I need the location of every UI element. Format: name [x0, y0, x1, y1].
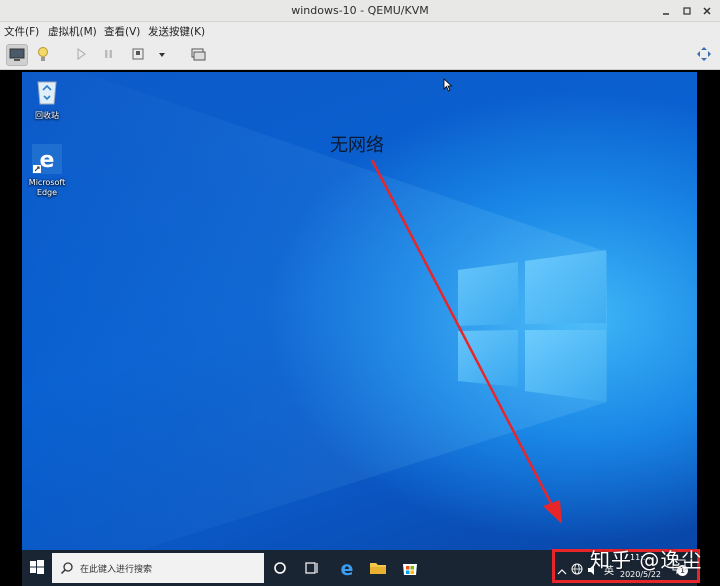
monitor-icon — [9, 48, 25, 61]
title-bar: windows-10 - QEMU/KVM — [0, 0, 720, 22]
taskbar-search-box[interactable]: 在此键入进行搜索 — [52, 553, 264, 583]
toolbar — [0, 40, 720, 70]
cortana-button[interactable] — [272, 560, 288, 580]
taskbar-edge-button[interactable]: e — [337, 558, 357, 582]
shutdown-menu-button[interactable] — [152, 44, 174, 66]
edge-icon: e — [341, 558, 354, 580]
fullscreen-button[interactable] — [694, 44, 716, 66]
maximize-icon — [683, 7, 691, 15]
no-network-annotation: 无网络 — [330, 135, 384, 156]
folder-icon — [370, 563, 386, 574]
search-placeholder: 在此键入进行搜索 — [80, 565, 153, 575]
show-console-button[interactable] — [6, 44, 28, 66]
shutdown-button[interactable] — [128, 44, 150, 66]
pause-button[interactable] — [98, 44, 120, 66]
svg-text:e: e — [341, 558, 354, 578]
minimize-button[interactable] — [658, 3, 674, 19]
play-icon — [77, 48, 86, 60]
menu-view[interactable]: 查看(V) — [104, 24, 140, 39]
menu-send-key[interactable]: 发送按键(K) — [148, 24, 205, 39]
close-icon — [703, 7, 711, 15]
menu-bar: 文件(F) 虚拟机(M) 查看(V) 发送按键(K) — [0, 22, 720, 40]
task-view-icon — [305, 562, 318, 574]
window-title: windows-10 - QEMU/KVM — [291, 4, 429, 17]
run-button[interactable] — [70, 44, 92, 66]
task-view-button[interactable] — [304, 560, 320, 580]
start-button[interactable] — [28, 558, 46, 580]
store-icon — [403, 564, 417, 575]
zhihu-watermark: 知乎 @逸尘 — [590, 548, 703, 572]
menu-vm[interactable]: 虚拟机(M) — [48, 24, 97, 39]
chevron-down-icon — [159, 53, 165, 57]
minimize-icon — [663, 13, 669, 15]
show-details-button[interactable] — [32, 44, 54, 66]
snapshot-button[interactable] — [188, 44, 210, 66]
snapshot-icon — [191, 48, 206, 61]
taskbar-store-button[interactable] — [400, 558, 420, 582]
menu-file[interactable]: 文件(F) — [4, 24, 39, 39]
resize-arrows-icon — [697, 47, 711, 61]
pause-icon — [105, 50, 112, 58]
maximize-button[interactable] — [679, 3, 695, 19]
cortana-circle-icon — [274, 562, 286, 574]
search-icon — [60, 562, 73, 575]
taskbar-explorer-button[interactable] — [368, 559, 388, 581]
close-button[interactable] — [699, 3, 715, 19]
windows-start-icon — [30, 560, 44, 574]
power-icon — [132, 48, 144, 60]
lightbulb-icon — [38, 47, 48, 61]
